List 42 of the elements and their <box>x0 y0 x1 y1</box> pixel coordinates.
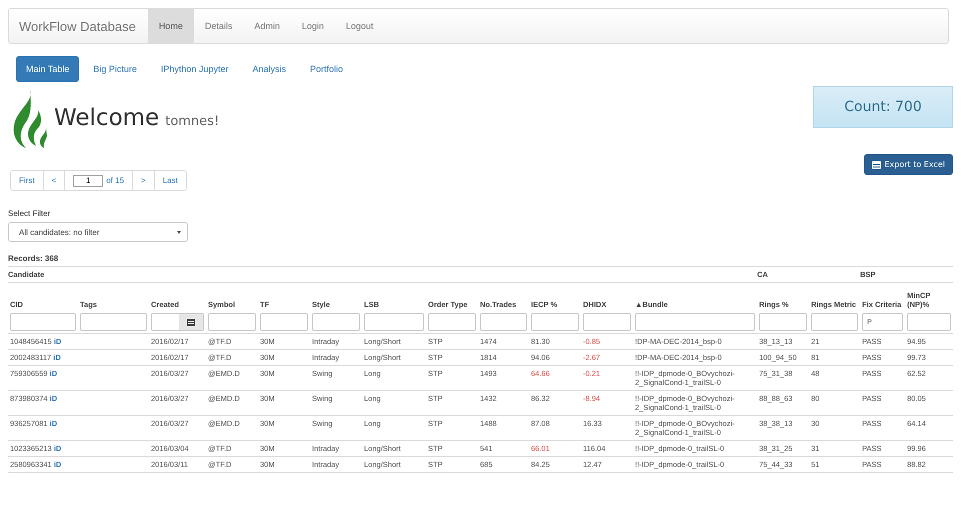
page-count: of 15 <box>106 176 124 185</box>
filter-label: Select Filter <box>8 209 52 218</box>
date-filter-field[interactable] <box>151 313 204 331</box>
column-filter-field[interactable] <box>635 313 756 331</box>
table-icon <box>872 160 880 168</box>
column-filter-field[interactable] <box>312 313 360 331</box>
brand-title[interactable]: WorkFlow Database <box>9 9 148 43</box>
nav-link[interactable]: Admin <box>243 9 291 43</box>
calendar-icon <box>187 318 195 326</box>
column-filter-field[interactable] <box>428 313 476 331</box>
caret-icon <box>177 230 181 234</box>
column-filter-field[interactable] <box>531 313 579 331</box>
count-panel: Count: 700 <box>813 86 953 128</box>
filter-select[interactable]: All candidates: no filter <box>8 222 188 242</box>
column-filter-field[interactable] <box>364 313 424 331</box>
column-filter-field[interactable] <box>583 313 631 331</box>
nav-link[interactable]: Login <box>290 9 335 43</box>
nav-link[interactable]: Home <box>148 9 194 43</box>
tab[interactable]: Big Picture <box>83 56 147 82</box>
column-filter-field[interactable] <box>10 313 76 331</box>
tab[interactable]: Main Table <box>16 56 80 82</box>
last-page-button[interactable]: Last <box>154 171 186 190</box>
column-filter-field[interactable] <box>208 313 256 331</box>
export-button[interactable]: Export to Excel <box>864 154 953 175</box>
column-filter-field[interactable] <box>907 313 952 331</box>
nav-link[interactable]: Logout <box>334 9 384 43</box>
page-field[interactable]: 1 <box>73 174 104 186</box>
column-filter-field[interactable] <box>759 313 808 331</box>
column-filter-field[interactable] <box>480 313 527 331</box>
column-filter-field[interactable] <box>80 313 147 331</box>
previous-page-button[interactable]: < <box>44 171 66 190</box>
tab[interactable]: Analysis <box>242 56 296 82</box>
tab[interactable]: IPhython Jupyter <box>150 56 238 82</box>
tab[interactable]: Portfolio <box>300 56 353 82</box>
column-filter-field[interactable] <box>811 313 858 331</box>
column-filter-field[interactable] <box>260 313 308 331</box>
next-page-button[interactable]: > <box>133 171 155 190</box>
first-page-button[interactable]: First <box>11 171 44 190</box>
user-name: tomnes! <box>165 114 220 128</box>
welcome-title: Welcome <box>54 105 160 131</box>
records-count: Records: 368 <box>8 254 60 263</box>
nav-link[interactable]: Details <box>194 9 244 43</box>
